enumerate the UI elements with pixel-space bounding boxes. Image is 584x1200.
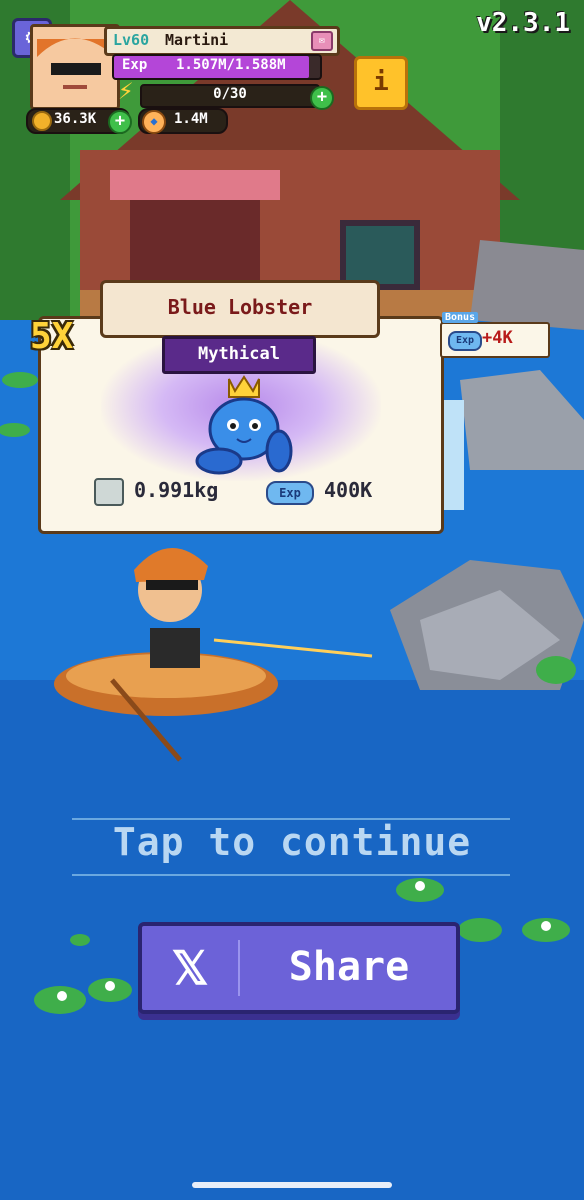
coins-value: 36.3K bbox=[54, 111, 97, 127]
exp-value: 1.507M/1.588M bbox=[176, 57, 286, 73]
home-indicator[interactable] bbox=[192, 1182, 392, 1188]
add-energy-button[interactable]: + bbox=[310, 86, 334, 110]
share-button[interactable]: 𝕏 Share bbox=[138, 922, 460, 1014]
mail-icon[interactable]: ✉ bbox=[311, 31, 333, 51]
add-coins-button[interactable]: + bbox=[108, 110, 132, 134]
plus-icon: + bbox=[316, 87, 328, 107]
game-scene[interactable] bbox=[0, 0, 584, 1200]
bonus-exp-tag: Exp bbox=[448, 331, 482, 351]
fish-name-banner: Blue Lobster bbox=[100, 280, 380, 338]
player-name: Martini bbox=[165, 31, 229, 49]
fish-name: Blue Lobster bbox=[167, 295, 313, 319]
rarity-badge: Mythical bbox=[162, 336, 316, 374]
x-logo-icon: 𝕏 bbox=[171, 941, 209, 995]
fish-currency-value: 1.4M bbox=[174, 111, 208, 127]
energy-value: 0/30 bbox=[213, 86, 247, 102]
share-label: Share bbox=[288, 944, 410, 990]
fish-currency-counter: ◆ 1.4M bbox=[138, 108, 228, 134]
info-icon: i bbox=[373, 67, 389, 97]
blue-lobster-icon bbox=[195, 375, 293, 475]
bonus-tag: Bonus bbox=[442, 312, 479, 323]
tap-to-continue[interactable]: Tap to continue bbox=[0, 820, 584, 864]
rarity-label: Mythical bbox=[198, 344, 280, 364]
catch-multiplier: 5X bbox=[30, 316, 74, 357]
bonus-value: +4K bbox=[482, 328, 513, 348]
version-label: v2.3.1 bbox=[476, 8, 570, 38]
info-button[interactable]: i bbox=[354, 56, 408, 110]
player-level: Lv60 bbox=[113, 31, 150, 49]
fish-weight: 0.991kg bbox=[134, 478, 219, 502]
player-name-bar: Lv60 Martini ✉ bbox=[104, 26, 340, 56]
bonus-panel: Exp +4K bbox=[440, 322, 550, 358]
exp-reward: 400K bbox=[324, 478, 373, 502]
exp-tag: Exp bbox=[266, 481, 314, 505]
exp-bar: Exp 1.507M/1.588M bbox=[112, 54, 322, 80]
coin-icon bbox=[32, 111, 52, 131]
weight-scale-icon bbox=[94, 478, 124, 506]
plus-icon: + bbox=[114, 111, 126, 131]
energy-bar: 0/30 bbox=[140, 84, 320, 108]
fish-currency-icon: ◆ bbox=[142, 110, 166, 134]
exp-label: Exp bbox=[122, 57, 148, 73]
energy-bolt-icon: ⚡ bbox=[118, 76, 134, 106]
divider-bottom bbox=[72, 874, 510, 876]
share-divider bbox=[238, 940, 240, 996]
